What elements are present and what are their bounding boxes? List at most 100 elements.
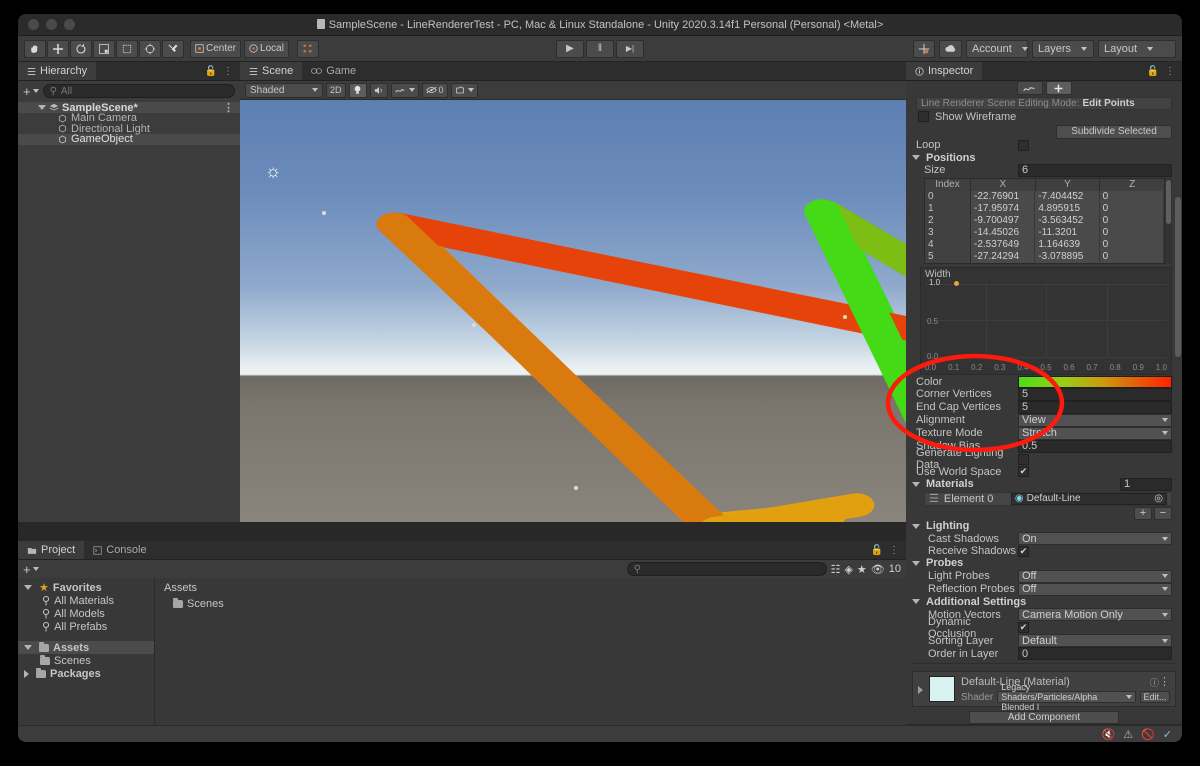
- kebab-menu-icon[interactable]: ⋮: [1165, 66, 1175, 77]
- move-tool-button[interactable]: [47, 39, 69, 58]
- end-cap-vertices-input[interactable]: 5: [1018, 400, 1172, 414]
- reorder-handle-icon[interactable]: ☰: [929, 492, 939, 505]
- cell-z[interactable]: 0: [1099, 202, 1164, 215]
- collapse-arrow-icon[interactable]: [912, 599, 920, 605]
- create-menu-button[interactable]: +: [23, 84, 39, 99]
- favorite-star-icon[interactable]: ★: [857, 563, 867, 576]
- light-probes-row[interactable]: Light Probes Off: [906, 569, 1182, 583]
- additional-settings-foldout[interactable]: Additional Settings: [906, 596, 1182, 608]
- grid-snap-button[interactable]: [296, 39, 319, 58]
- remove-material-button[interactable]: −: [1154, 506, 1172, 520]
- reflection-probes-dropdown[interactable]: Off: [1018, 582, 1172, 596]
- scale-tool-button[interactable]: [93, 39, 115, 58]
- cell-x[interactable]: -9.700497: [971, 214, 1036, 227]
- sorting-layer-row[interactable]: Sorting Layer Default: [906, 634, 1182, 648]
- collapse-arrow-icon[interactable]: [912, 481, 920, 487]
- project-content[interactable]: Assets Scenes: [155, 578, 906, 727]
- table-row[interactable]: 0 -22.76901 -7.404452 0: [925, 190, 1164, 203]
- table-row[interactable]: 1 -17.95974 4.895915 0: [925, 202, 1164, 215]
- tab-game[interactable]: Game: [302, 62, 366, 80]
- cell-z[interactable]: 0: [1099, 226, 1164, 239]
- dynamic-occlusion-row[interactable]: Dynamic Occlusion: [906, 616, 1182, 640]
- lighting-foldout[interactable]: Lighting: [906, 520, 1182, 532]
- edit-curve-mode-button[interactable]: [1016, 81, 1043, 96]
- inspector-scrollbar[interactable]: [1175, 97, 1181, 706]
- end-cap-vertices-row[interactable]: End Cap Vertices 5: [906, 400, 1182, 414]
- cell-z[interactable]: 0: [1099, 238, 1164, 251]
- materials-count-input[interactable]: 1: [1120, 477, 1172, 491]
- custom-tool-button[interactable]: [162, 39, 184, 58]
- tab-inspector[interactable]: Inspector: [906, 62, 983, 80]
- edit-points-mode-button[interactable]: [1045, 81, 1072, 96]
- size-row[interactable]: Size 6: [906, 163, 1182, 177]
- cell-y[interactable]: 4.895915: [1035, 202, 1100, 215]
- table-row[interactable]: 5 -27.24294 -3.078895 0: [925, 250, 1164, 263]
- color-row[interactable]: Color: [906, 375, 1182, 388]
- expand-arrow-icon[interactable]: [918, 686, 923, 695]
- maximize-button[interactable]: [64, 19, 75, 30]
- hand-tool-button[interactable]: [24, 39, 46, 58]
- pivot-mode-button[interactable]: Center: [190, 39, 242, 58]
- cell-z[interactable]: 0: [1099, 250, 1164, 263]
- project-favorites-root[interactable]: ★ Favorites: [18, 581, 154, 594]
- order-in-layer-input[interactable]: 0: [1018, 647, 1172, 661]
- cell-x[interactable]: -17.95974: [971, 202, 1036, 215]
- cell-y[interactable]: -11.3201: [1035, 226, 1100, 239]
- project-favorite-all-materials[interactable]: ⚲ All Materials: [18, 594, 154, 608]
- kebab-menu-icon[interactable]: ⋮: [889, 545, 899, 556]
- account-dropdown[interactable]: Account: [966, 39, 1028, 58]
- clear-on-play-icon[interactable]: 🚫: [1141, 728, 1155, 741]
- cast-shadows-dropdown[interactable]: On: [1018, 532, 1172, 546]
- motion-vectors-dropdown[interactable]: Camera Motion Only: [1018, 608, 1172, 622]
- cell-x[interactable]: -27.24294: [971, 250, 1036, 263]
- status-ok-icon[interactable]: ✓: [1163, 728, 1172, 741]
- hierarchy-search-input[interactable]: ⚲ All: [42, 84, 235, 98]
- width-curve-field[interactable]: Width 1.0 0.5 0.0 0.0 0.1 0.2 0.3 0.4 0.…: [920, 266, 1172, 376]
- project-assets-root[interactable]: Assets: [18, 641, 154, 654]
- error-pause-icon[interactable]: ⚠: [1123, 728, 1133, 741]
- use-world-space-checkbox[interactable]: [1018, 466, 1029, 478]
- width-curve-canvas[interactable]: 1.0 0.5 0.0: [925, 278, 1167, 361]
- scene-camera-settings[interactable]: [450, 82, 478, 98]
- mute-audio-icon[interactable]: 🔇: [1102, 728, 1116, 741]
- material-object-field[interactable]: ◉ Default-Line ◎: [1010, 492, 1167, 505]
- position-handle-3[interactable]: [843, 315, 847, 319]
- project-packages-root[interactable]: Packages: [18, 667, 154, 680]
- cell-z[interactable]: 0: [1099, 214, 1164, 227]
- layers-dropdown[interactable]: Layers: [1032, 39, 1094, 58]
- cell-y[interactable]: -3.078895: [1035, 250, 1100, 263]
- step-button[interactable]: ▶|: [616, 39, 644, 58]
- add-material-button[interactable]: +: [1134, 506, 1152, 520]
- expand-arrow-icon[interactable]: [24, 669, 29, 678]
- shadow-bias-input[interactable]: 0.5: [1018, 439, 1172, 453]
- rotate-tool-button[interactable]: [70, 39, 92, 58]
- kebab-menu-icon[interactable]: ⋮: [223, 66, 233, 77]
- texture-mode-row[interactable]: Texture Mode Stretch: [906, 426, 1182, 440]
- pause-button[interactable]: ‖: [586, 39, 614, 58]
- window-controls[interactable]: [28, 19, 75, 30]
- show-wireframe-checkbox[interactable]: [918, 111, 929, 123]
- reflection-probes-row[interactable]: Reflection Probes Off: [906, 582, 1182, 596]
- visibility-icon[interactable]: 👁: [871, 563, 885, 576]
- minimize-button[interactable]: [46, 19, 57, 30]
- rect-tool-button[interactable]: [116, 39, 138, 58]
- position-handle-2[interactable]: [574, 486, 578, 490]
- receive-shadows-row[interactable]: Receive Shadows: [906, 545, 1182, 557]
- tab-project[interactable]: Project: [18, 541, 85, 559]
- light-probes-dropdown[interactable]: Off: [1018, 569, 1172, 583]
- project-content-item-scenes[interactable]: Scenes: [155, 597, 906, 610]
- cell-y[interactable]: 1.164639: [1035, 238, 1100, 251]
- shader-edit-button[interactable]: Edit...: [1140, 691, 1170, 704]
- lock-icon[interactable]: 🔓: [205, 66, 217, 77]
- probes-foldout[interactable]: Probes: [906, 557, 1182, 569]
- project-favorite-all-models[interactable]: ⚲ All Models: [18, 607, 154, 621]
- tab-scene[interactable]: Scene: [240, 62, 303, 80]
- project-create-button[interactable]: +: [23, 562, 39, 577]
- size-input[interactable]: 6: [1018, 163, 1172, 177]
- sorting-layer-dropdown[interactable]: Default: [1018, 634, 1172, 648]
- texture-mode-dropdown[interactable]: Stretch: [1018, 426, 1172, 440]
- draw-mode-dropdown[interactable]: Shaded: [245, 82, 323, 98]
- cell-x[interactable]: -22.76901: [971, 190, 1036, 203]
- transform-tool-button[interactable]: [139, 39, 161, 58]
- layout-dropdown[interactable]: Layout: [1098, 39, 1176, 58]
